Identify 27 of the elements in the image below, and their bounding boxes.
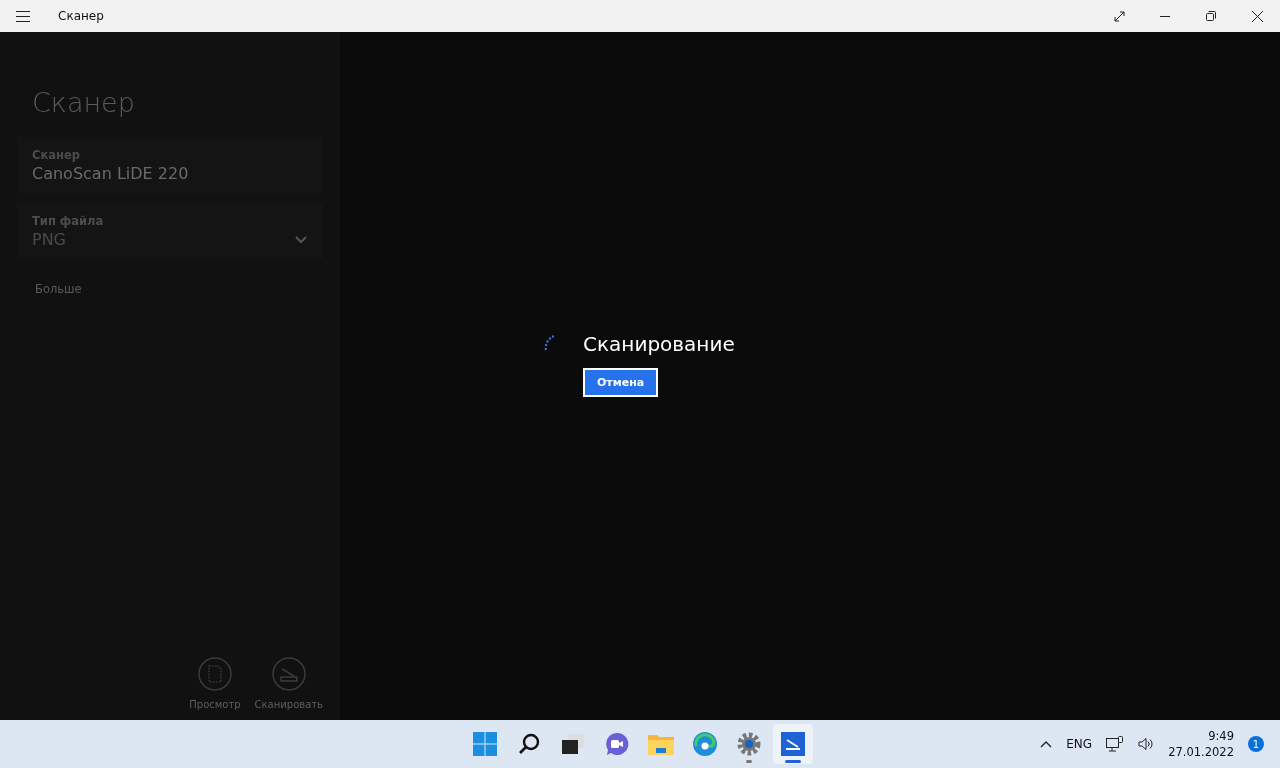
speaker-icon[interactable] (1138, 737, 1155, 751)
cancel-button[interactable]: Отмена (583, 368, 659, 397)
scanner-app-icon (781, 732, 805, 756)
close-icon (1251, 10, 1263, 22)
clock[interactable]: 9:49 27.01.2022 (1168, 728, 1234, 760)
scanning-status: Сканирование (583, 332, 735, 356)
scanner-icon (271, 657, 306, 691)
notification-count[interactable]: 1 (1248, 736, 1264, 752)
restore-icon (1206, 11, 1216, 21)
dotted-page-icon (197, 657, 232, 691)
language-indicator[interactable]: ENG (1066, 737, 1093, 751)
folder-icon (648, 733, 674, 755)
task-view-icon (562, 734, 584, 754)
windows-logo-icon (473, 732, 497, 756)
loading-spinner-icon (544, 335, 554, 351)
menu-icon (16, 10, 30, 22)
gear-icon (736, 731, 762, 757)
video-chat-icon (605, 732, 629, 756)
chevron-up-icon[interactable] (1040, 740, 1053, 748)
chevron-down-icon (295, 236, 307, 243)
panel-title: Сканер (32, 87, 136, 118)
expand-icon (1113, 10, 1125, 22)
search-icon (518, 733, 540, 755)
minimize-icon (1160, 15, 1170, 17)
network-icon[interactable] (1106, 736, 1125, 752)
browser-icon (693, 732, 717, 756)
window-title: Сканер (58, 9, 104, 23)
